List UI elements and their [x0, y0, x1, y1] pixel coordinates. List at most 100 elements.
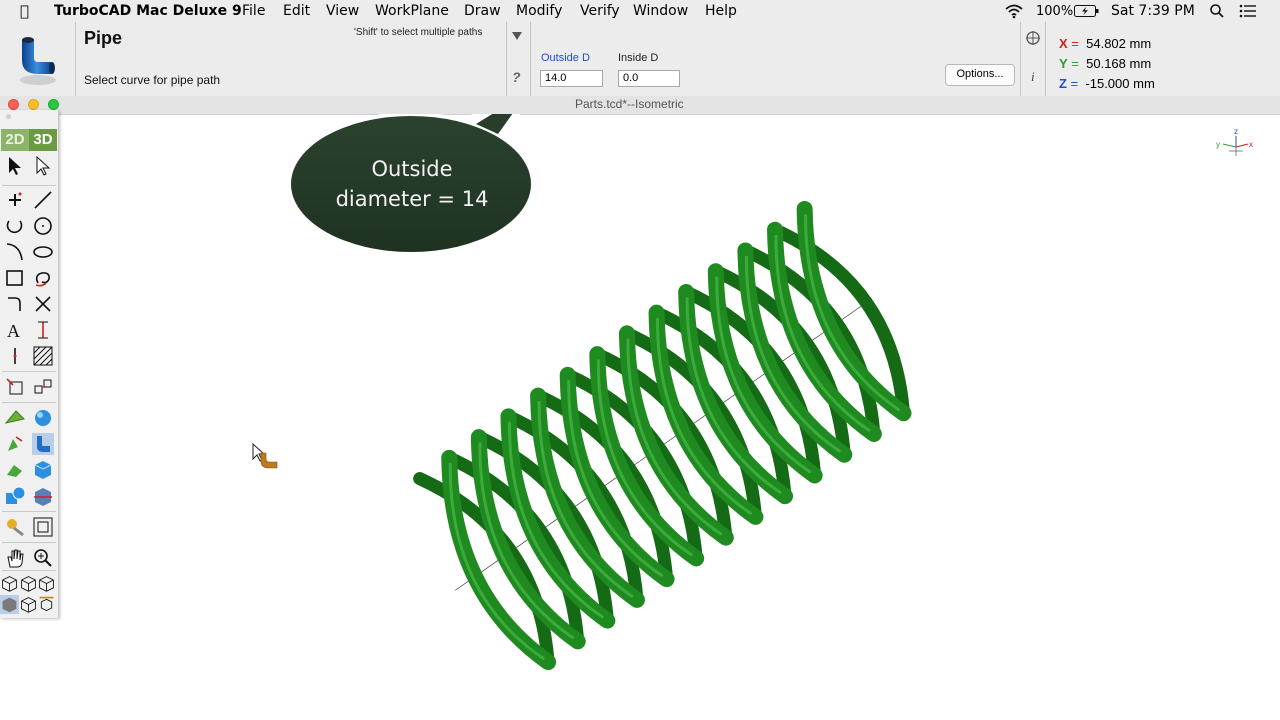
point-tool-icon-graphic — [9, 192, 22, 206]
spring-model[interactable] — [391, 200, 933, 682]
toolbox-separator — [2, 371, 56, 372]
coord-x-eq: = — [1071, 36, 1079, 51]
loft-tool-icon[interactable] — [4, 459, 26, 481]
render-tool-icon[interactable] — [32, 516, 54, 538]
coord-z-eq: = — [1070, 76, 1079, 91]
wifi-icon[interactable] — [1004, 3, 1024, 19]
menu-help[interactable]: Help — [705, 3, 737, 19]
coord-y-row: Y = 50.168 mm — [1059, 54, 1155, 74]
trim-tool-icon[interactable] — [32, 293, 54, 315]
extrude-tool-icon[interactable] — [4, 433, 26, 455]
text-tool-icon[interactable]: A — [4, 319, 26, 341]
sphere-tool-icon[interactable] — [32, 407, 54, 429]
apple-menu-icon[interactable]:  — [20, 2, 29, 20]
menu-modify[interactable]: Modify — [516, 3, 562, 19]
outside-d-input[interactable]: 14.0 — [540, 70, 603, 87]
boolean-tool-icon[interactable] — [4, 485, 26, 507]
callout-line-1: Outside — [371, 157, 452, 181]
menu-file[interactable]: File — [242, 3, 265, 19]
render-draft-icon[interactable] — [19, 595, 38, 617]
menu-draw[interactable]: Draw — [464, 3, 501, 19]
hatch-tool-icon[interactable] — [32, 345, 54, 367]
dropdown-triangle-icon[interactable] — [511, 31, 523, 41]
notification-center-icon[interactable] — [1239, 4, 1257, 18]
copy-tool-icon[interactable] — [32, 376, 54, 398]
axis-label-z: z — [1234, 127, 1238, 136]
menu-edit[interactable]: Edit — [283, 3, 310, 19]
menu-window[interactable]: Window — [633, 3, 688, 19]
view-hidden-line-icon-graphic — [21, 576, 36, 592]
battery-percent: 100% — [1036, 4, 1074, 19]
ellipse-tool-icon-graphic — [33, 246, 53, 258]
crosshair-icon[interactable] — [1025, 30, 1041, 46]
circle-tool-icon[interactable] — [32, 215, 54, 237]
render-settings-icon[interactable] — [37, 595, 56, 617]
view-hidden-line-icon[interactable] — [19, 574, 38, 596]
coord-x-axis: X — [1059, 36, 1068, 51]
app-menu[interactable]: TurboCAD Mac Deluxe 9 — [54, 3, 242, 19]
arc-tool-icon[interactable] — [4, 215, 26, 237]
coordinate-readout: X = 54.802 mm Y = 50.168 mm Z = -15.000 … — [1059, 34, 1155, 94]
spiral-tool-icon[interactable] — [32, 267, 54, 289]
svg-text:A: A — [7, 321, 20, 341]
help-icon[interactable]: ? — [512, 69, 521, 85]
zoom-tool-icon-graphic — [34, 549, 52, 567]
rectangle-tool-icon[interactable] — [4, 267, 26, 289]
ellipse-tool-icon[interactable] — [32, 241, 54, 263]
menu-verify[interactable]: Verify — [580, 3, 620, 19]
render-tool-icon-graphic — [33, 517, 53, 537]
spotlight-search-icon[interactable] — [1209, 3, 1225, 19]
minimize-window-button[interactable] — [28, 99, 39, 110]
render-settings-icon-graphic — [39, 596, 54, 612]
coord-y-value: 50.168 mm — [1086, 56, 1152, 71]
slice-tool-icon[interactable] — [32, 485, 54, 507]
menu-clock[interactable]: Sat 7:39 PM — [1111, 3, 1195, 19]
view-wireframe-icon[interactable] — [0, 574, 19, 596]
fillet-tool-icon[interactable] — [4, 293, 26, 315]
menu-workplane[interactable]: WorkPlane — [375, 3, 449, 19]
palette-close-dot[interactable] — [6, 114, 11, 119]
shift-hint: 'Shift' to select multiple paths — [354, 27, 483, 38]
line-tool-icon[interactable] — [32, 189, 54, 211]
select-arrow-icon[interactable] — [4, 155, 26, 177]
divider — [1045, 22, 1046, 96]
battery-icon[interactable] — [1074, 5, 1100, 17]
menu-view[interactable]: View — [326, 3, 359, 19]
insert-tool-icon[interactable] — [4, 345, 26, 367]
fillet-tool-icon-graphic — [8, 297, 21, 311]
pipe-tool-button-icon[interactable] — [32, 433, 54, 455]
boolean-tool-icon-graphic — [6, 486, 26, 504]
window-title: Parts.tcd*--Isometric — [575, 97, 684, 111]
box-tool-icon[interactable] — [32, 459, 54, 481]
render-shaded-icon[interactable] — [0, 595, 19, 617]
inside-d-input[interactable]: 0.0 — [618, 70, 680, 87]
options-button[interactable]: Options... — [945, 64, 1015, 86]
axis-indicator: z x y — [1216, 127, 1253, 156]
curve-tool-icon[interactable] — [4, 241, 26, 263]
view-quality-icon[interactable] — [37, 574, 56, 596]
hatch-tool-icon-graphic — [33, 346, 53, 366]
close-window-button[interactable] — [8, 99, 19, 110]
text-tool-icon-graphic: A — [7, 321, 20, 341]
coord-x-value: 54.802 mm — [1086, 36, 1152, 51]
zoom-tool-icon[interactable] — [32, 547, 54, 569]
window-title-bar: Parts.tcd*--Isometric — [0, 96, 1280, 115]
node-select-icon[interactable] — [32, 155, 54, 177]
surface-tool-icon[interactable] — [4, 407, 26, 429]
tab-3d[interactable]: 3D — [29, 129, 57, 151]
callout-line-2: diameter = 14 — [336, 187, 489, 211]
material-tool-icon[interactable] — [4, 516, 26, 538]
zoom-window-button[interactable] — [48, 99, 59, 110]
callout-bubble: Outside diameter = 14 — [287, 114, 535, 256]
divider — [75, 22, 76, 96]
copy-tool-icon-graphic — [34, 379, 52, 394]
drawing-canvas[interactable]: z x y Outside diameter = 14 — [0, 114, 1280, 720]
point-tool-icon[interactable] — [4, 189, 26, 211]
pan-hand-icon[interactable] — [4, 547, 26, 569]
info-icon[interactable]: i — [1031, 69, 1035, 85]
view-wireframe-icon-graphic — [2, 576, 17, 592]
transform-tool-icon[interactable] — [4, 376, 26, 398]
dimension-tool-icon[interactable] — [32, 319, 54, 341]
tab-2d[interactable]: 2D — [1, 129, 29, 151]
spiral-tool-icon-graphic — [35, 272, 50, 287]
